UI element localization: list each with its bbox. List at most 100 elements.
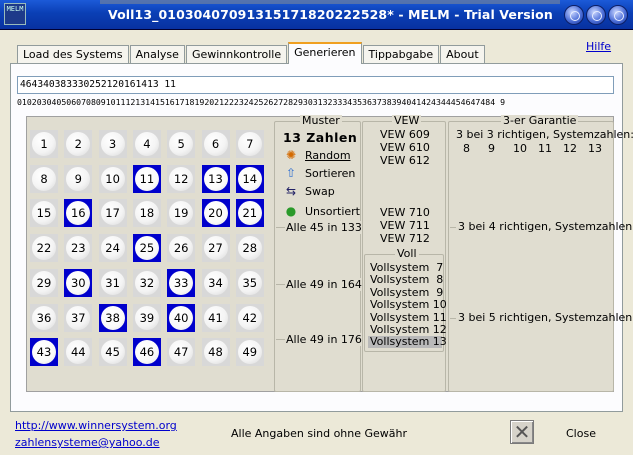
number-cell[interactable]: 42 [235, 303, 264, 332]
close-button[interactable]: ✕ [510, 420, 534, 444]
number-cell[interactable]: 22 [30, 234, 58, 263]
number-ball: 47 [169, 340, 194, 365]
vollsystem-item[interactable]: Vollsystem 8 [368, 274, 443, 286]
number-ball: 21 [237, 201, 262, 226]
number-cell[interactable]: 13 [201, 164, 230, 193]
combination-input[interactable]: 464340383330252120161413 11 [17, 76, 614, 94]
vollsystem-item[interactable]: Vollsystem 11 [368, 311, 447, 324]
tab-about[interactable]: About [440, 45, 485, 64]
sortieren-button[interactable]: ⇧ Sortieren [284, 165, 355, 181]
option-alle-49-in-164[interactable]: Alle 49 in 164 [285, 278, 363, 291]
number-cell[interactable]: 14 [235, 164, 264, 193]
number-cell[interactable]: 30 [64, 268, 93, 297]
maximize-icon[interactable] [586, 5, 606, 25]
number-cell[interactable]: 18 [132, 199, 161, 228]
number-cell[interactable]: 5 [167, 130, 196, 158]
tab-gewinnkontrolle[interactable]: Gewinnkontrolle [185, 45, 288, 64]
number-cell[interactable]: 32 [132, 268, 161, 297]
vollsystem-item[interactable]: Vollsystem 12 [368, 324, 447, 336]
close-icon[interactable] [608, 5, 628, 25]
title-bar: MELM Voll13_01030407091315171820222528* … [0, 0, 633, 30]
close-label[interactable]: Close [566, 427, 596, 440]
number-cell[interactable]: 38 [98, 303, 127, 332]
number-cell[interactable]: 24 [98, 234, 127, 263]
number-cell[interactable]: 37 [64, 303, 93, 332]
number-ball: 23 [66, 236, 91, 261]
vollsystem-item[interactable]: Vollsystem 13 [368, 336, 447, 349]
number-cell[interactable]: 10 [98, 164, 127, 193]
number-cell[interactable]: 40 [167, 303, 196, 332]
number-cell[interactable]: 23 [64, 234, 93, 263]
voll-group-label: Voll [395, 247, 419, 260]
tab-analyse[interactable]: Analyse [129, 45, 185, 64]
number-ball: 27 [203, 236, 228, 261]
number-cell[interactable]: 17 [98, 199, 127, 228]
number-cell[interactable]: 29 [30, 268, 58, 297]
number-ball: 28 [237, 236, 262, 261]
tab-load-des-systems[interactable]: Load des Systems [17, 45, 129, 64]
website-link[interactable]: http://www.winnersystem.org [15, 419, 177, 432]
number-cell[interactable]: 4 [132, 130, 161, 158]
number-cell[interactable]: 20 [201, 199, 230, 228]
number-cell[interactable]: 41 [201, 303, 230, 332]
number-cell[interactable]: 2 [64, 130, 93, 158]
minimize-icon[interactable] [564, 5, 584, 25]
app-logo-icon[interactable]: MELM [4, 3, 26, 25]
number-cell[interactable]: 15 [30, 199, 58, 228]
option-alle-45-in-133[interactable]: Alle 45 in 133 [285, 221, 363, 234]
number-cell[interactable]: 3 [98, 130, 127, 158]
number-cell[interactable]: 1 [30, 130, 58, 158]
number-cell[interactable]: 35 [235, 268, 264, 297]
random-button[interactable]: ✺ Random [284, 147, 351, 163]
number-cell[interactable]: 16 [64, 199, 93, 228]
vew-609[interactable]: VEW 609 [380, 129, 430, 141]
vollsystem-item[interactable]: Vollsystem 10 [368, 299, 447, 311]
number-cell[interactable]: 44 [64, 338, 93, 367]
number-cell[interactable]: 25 [132, 234, 161, 263]
number-cell[interactable]: 48 [201, 338, 230, 367]
number-cell[interactable]: 34 [201, 268, 230, 297]
unsortiert-button[interactable]: ● Unsortiert [284, 203, 360, 219]
number-cell[interactable]: 47 [167, 338, 196, 367]
vew-711[interactable]: VEW 711 [380, 220, 430, 232]
number-ball: 25 [134, 236, 159, 261]
vew-612[interactable]: VEW 612 [380, 155, 430, 167]
close-x-icon: ✕ [513, 420, 531, 444]
number-ball: 24 [100, 236, 125, 261]
number-cell[interactable]: 33 [167, 268, 196, 297]
number-cell[interactable]: 21 [235, 199, 264, 228]
number-ball: 33 [169, 270, 194, 295]
vew-610[interactable]: VEW 610 [380, 142, 430, 154]
tab-tippabgabe[interactable]: Tippabgabe [362, 45, 440, 64]
number-cell[interactable]: 46 [132, 338, 161, 367]
number-cell[interactable]: 9 [64, 164, 93, 193]
number-cell[interactable]: 12 [167, 164, 196, 193]
vew-710[interactable]: VEW 710 [380, 207, 430, 219]
number-cell[interactable]: 43 [30, 338, 58, 367]
number-cell[interactable]: 19 [167, 199, 196, 228]
vew-group-label: VEW [392, 114, 422, 127]
number-cell[interactable]: 49 [235, 338, 264, 367]
vollsystem-item[interactable]: Vollsystem 7 [368, 262, 443, 274]
number-cell[interactable]: 8 [30, 164, 58, 193]
number-cell[interactable]: 45 [98, 338, 127, 367]
number-ball: 18 [134, 201, 159, 226]
tab-generieren[interactable]: Generieren [288, 42, 362, 64]
number-cell[interactable]: 27 [201, 234, 230, 263]
number-cell[interactable]: 11 [132, 164, 161, 193]
number-ball: 40 [169, 305, 194, 330]
option-alle-49-in-176[interactable]: Alle 49 in 176 [285, 333, 363, 346]
number-cell[interactable]: 7 [235, 130, 264, 158]
vew-712[interactable]: VEW 712 [380, 233, 430, 245]
number-cell[interactable]: 26 [167, 234, 196, 263]
number-cell[interactable]: 39 [132, 303, 161, 332]
vollsystem-item[interactable]: Vollsystem 9 [368, 286, 443, 299]
number-cell[interactable]: 28 [235, 234, 264, 263]
help-link[interactable]: Hilfe [586, 40, 611, 53]
email-link[interactable]: zahlensysteme@yahoo.de [15, 436, 160, 449]
number-cell[interactable]: 6 [201, 130, 230, 158]
swap-button[interactable]: ⇆ Swap [284, 183, 335, 199]
number-cell[interactable]: 31 [98, 268, 127, 297]
number-ball: 19 [169, 201, 194, 226]
number-cell[interactable]: 36 [30, 303, 58, 332]
